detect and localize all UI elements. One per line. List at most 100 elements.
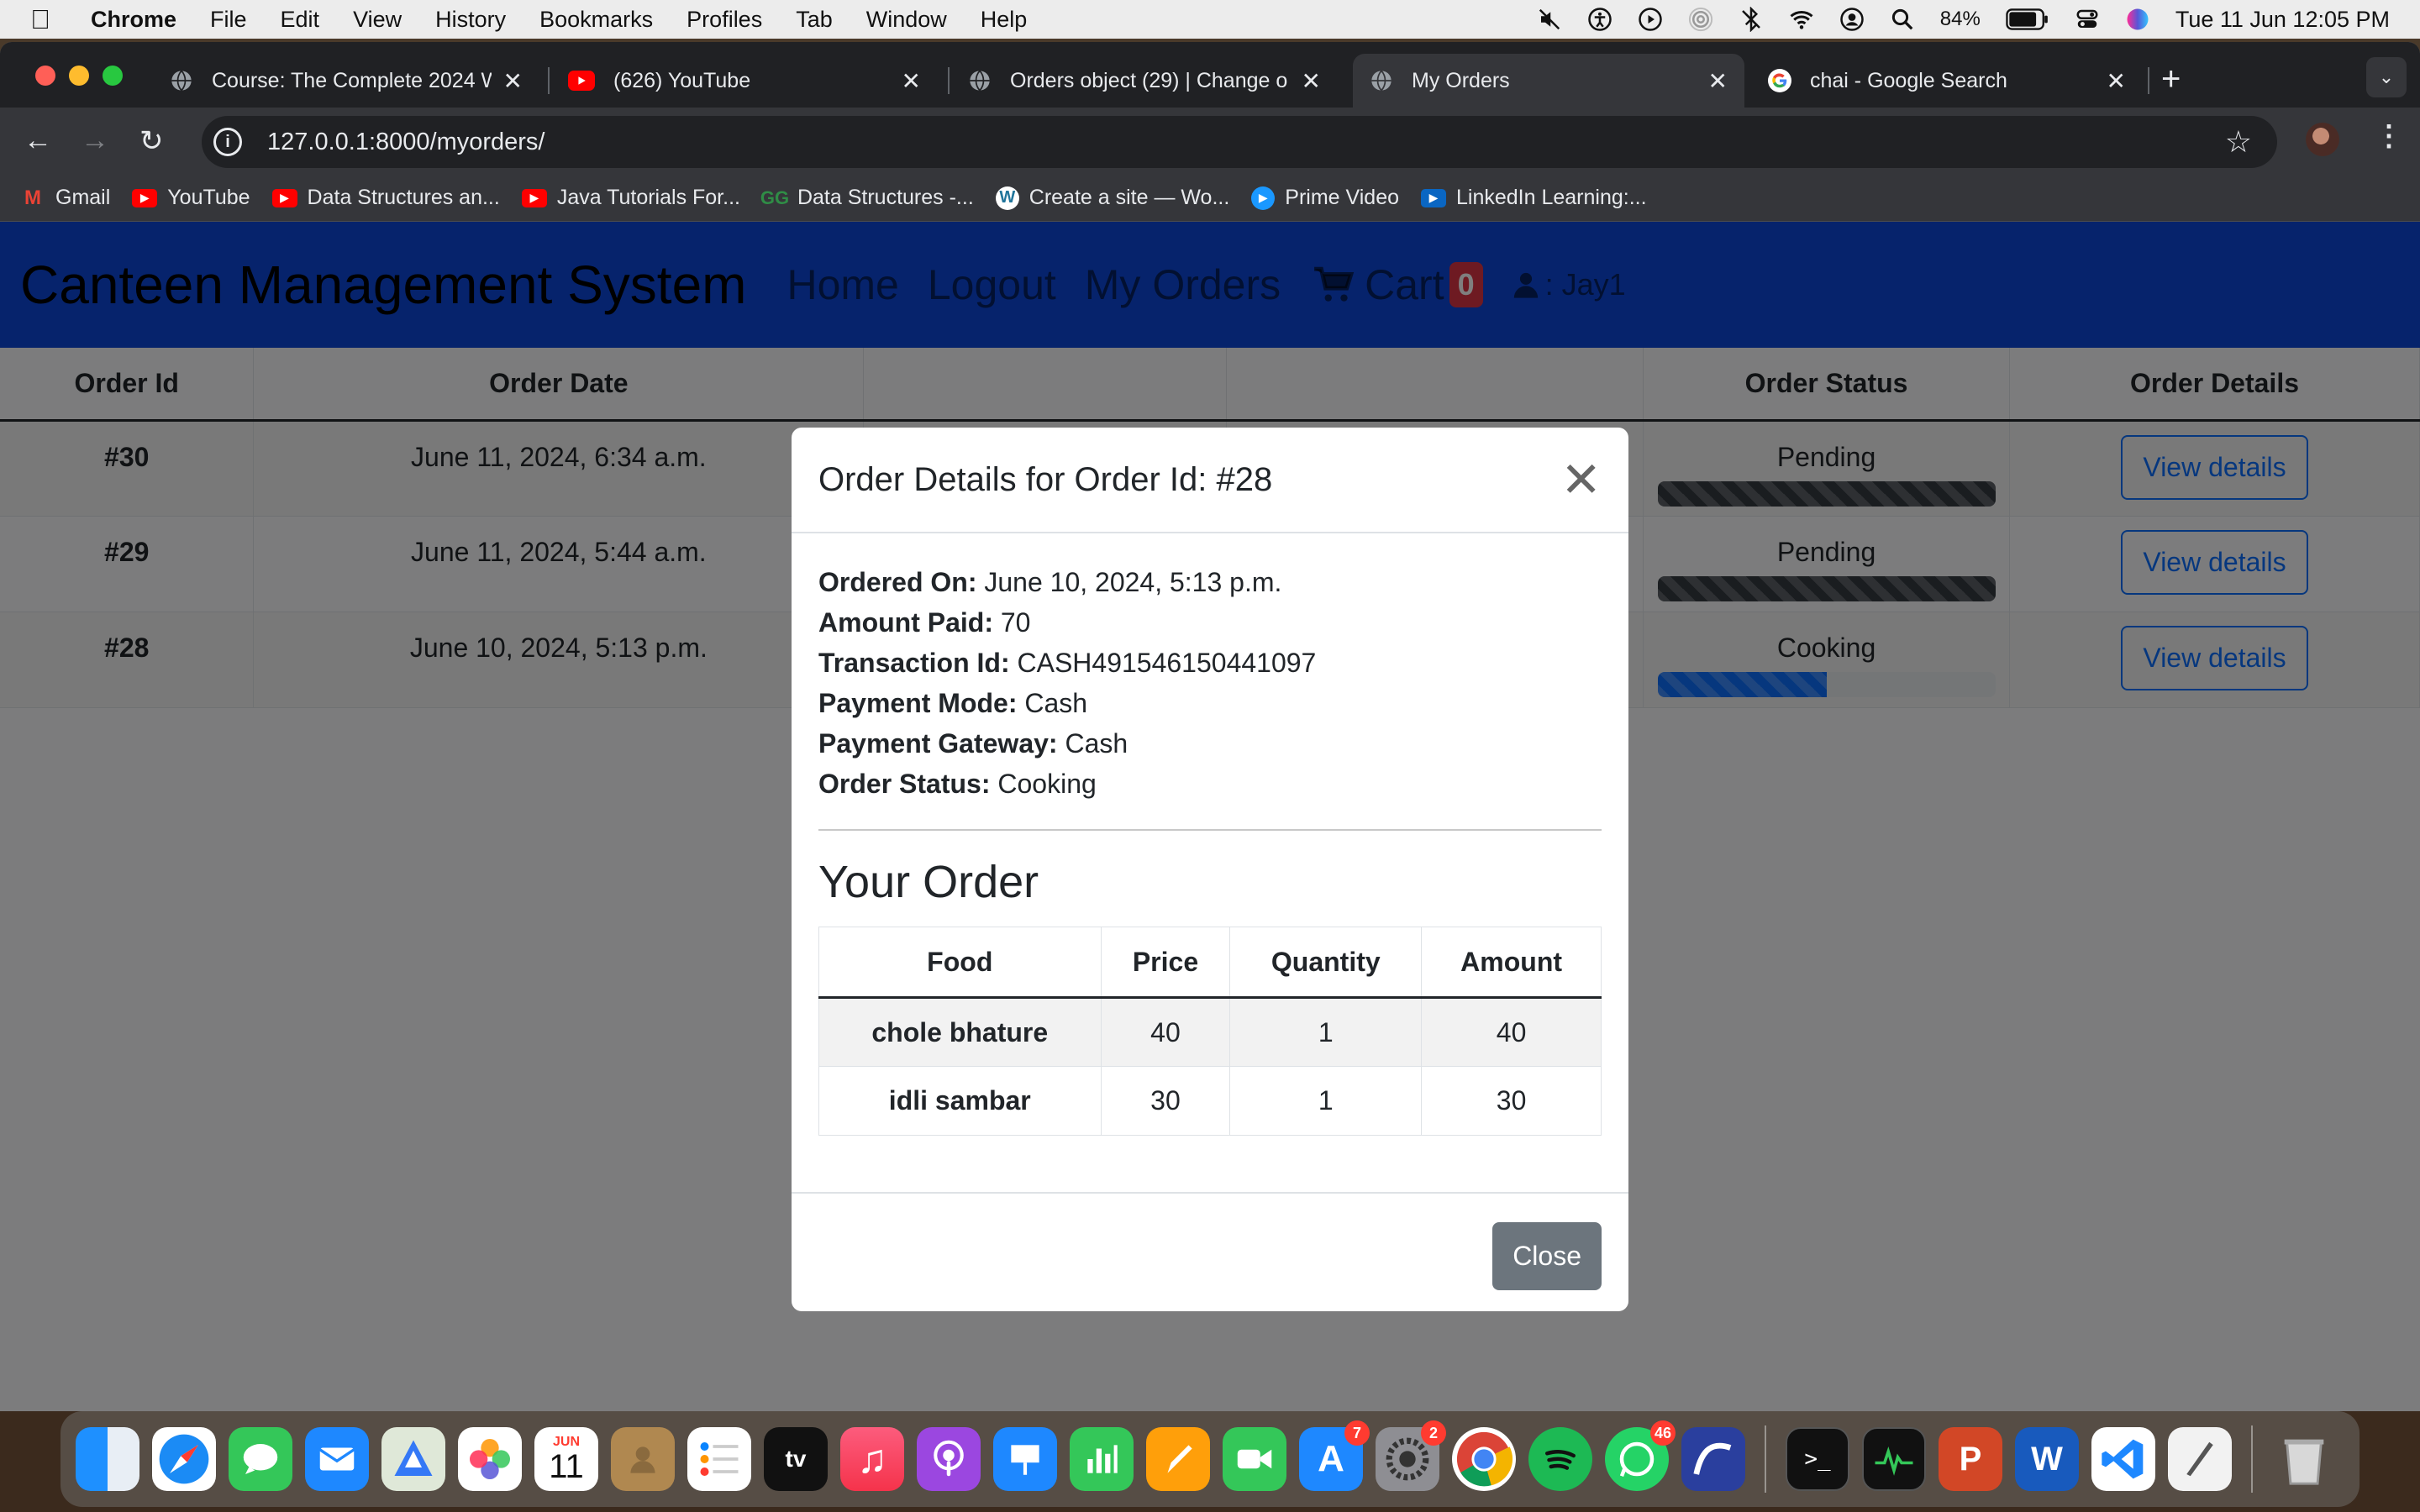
menu-history[interactable]: History bbox=[435, 7, 506, 33]
bookmarks-bar: M Gmail ▶ YouTube ▶ Data Structures an... ▶… bbox=[0, 175, 2420, 222]
menu-help[interactable]: Help bbox=[981, 7, 1028, 33]
back-arrow-icon[interactable]: ← bbox=[24, 124, 52, 157]
mail-icon[interactable] bbox=[305, 1427, 369, 1491]
play-icon[interactable] bbox=[1638, 7, 1663, 32]
safari-icon[interactable] bbox=[152, 1427, 216, 1491]
close-button[interactable]: Close bbox=[1492, 1222, 1602, 1290]
bookmark-wordpress[interactable]: W Create a site — Wo... bbox=[995, 186, 1229, 210]
address-bar[interactable]: i 127.0.0.1:8000/myorders/ ☆ bbox=[202, 116, 2277, 168]
keynote-icon[interactable] bbox=[993, 1427, 1057, 1491]
bookmark-star-icon[interactable]: ☆ bbox=[2225, 124, 2252, 160]
apple-tv-icon[interactable]: tv bbox=[764, 1427, 828, 1491]
vscode-icon[interactable] bbox=[2091, 1427, 2155, 1491]
podcasts-icon[interactable] bbox=[917, 1427, 981, 1491]
photos-icon[interactable] bbox=[458, 1427, 522, 1491]
bookmark-java-tutorials[interactable]: ▶ Java Tutorials For... bbox=[521, 186, 740, 210]
minimize-window-button[interactable] bbox=[69, 66, 89, 86]
system-settings-icon[interactable]: 2 bbox=[1376, 1420, 1446, 1491]
airdrop-icon[interactable] bbox=[1688, 7, 1713, 32]
mute-icon[interactable] bbox=[1537, 7, 1562, 32]
activity-monitor-icon[interactable] bbox=[1862, 1427, 1926, 1491]
tab-my-orders[interactable]: My Orders ✕ bbox=[1353, 54, 1744, 108]
dock-separator bbox=[1765, 1425, 1766, 1493]
facetime-icon[interactable] bbox=[1223, 1427, 1286, 1491]
numbers-icon[interactable] bbox=[1070, 1427, 1134, 1491]
bookmark-data-structures-yt[interactable]: ▶ Data Structures an... bbox=[271, 186, 500, 210]
music-icon[interactable]: ♫ bbox=[840, 1427, 904, 1491]
bluetooth-off-icon[interactable] bbox=[1739, 7, 1764, 32]
tab-course[interactable]: Course: The Complete 2024 W ✕ bbox=[153, 54, 539, 108]
word-icon[interactable]: W bbox=[2015, 1427, 2079, 1491]
tab-close-icon[interactable]: ✕ bbox=[1708, 67, 1728, 95]
whatsapp-badge: 46 bbox=[1650, 1420, 1676, 1446]
tab-orders-admin[interactable]: Orders object (29) | Change o ✕ bbox=[951, 54, 1338, 108]
tab-search-chevron-icon[interactable]: ⌄ bbox=[2366, 57, 2407, 97]
user-account-icon[interactable] bbox=[1839, 7, 1865, 32]
forward-arrow-icon[interactable]: → bbox=[81, 124, 109, 157]
tab-close-icon[interactable]: ✕ bbox=[2107, 67, 2126, 95]
address-bar-url[interactable]: 127.0.0.1:8000/myorders/ bbox=[267, 129, 544, 156]
youtube-icon: ▶ bbox=[271, 188, 297, 207]
youtube-icon bbox=[568, 71, 595, 91]
app-store-icon[interactable]: A7 bbox=[1299, 1420, 1370, 1491]
tab-title: My Orders bbox=[1412, 68, 1510, 92]
menu-window[interactable]: Window bbox=[866, 7, 947, 33]
chrome-menu-icon[interactable]: ⋮ bbox=[2375, 119, 2403, 153]
bookmark-gmail[interactable]: M Gmail bbox=[20, 186, 110, 210]
apple-menu-icon[interactable]:  bbox=[30, 4, 64, 35]
reload-icon[interactable]: ↻ bbox=[139, 124, 164, 158]
new-tab-plus-icon[interactable]: + bbox=[2161, 60, 2181, 98]
control-center-icon[interactable] bbox=[2075, 7, 2100, 32]
menu-clock[interactable]: Tue 11 Jun 12:05 PM bbox=[2175, 7, 2390, 33]
calendar-icon[interactable]: JUN 11 bbox=[534, 1427, 598, 1491]
close-window-button[interactable] bbox=[35, 66, 55, 86]
tab-close-icon[interactable]: ✕ bbox=[503, 67, 523, 95]
detail-ordered-on: Ordered On: June 10, 2024, 5:13 p.m. bbox=[818, 567, 1282, 597]
tab-google-search[interactable]: chai - Google Search ✕ bbox=[1751, 54, 2143, 108]
menu-tab[interactable]: Tab bbox=[796, 7, 833, 33]
script-editor-icon[interactable] bbox=[2168, 1427, 2232, 1491]
accessibility-icon[interactable] bbox=[1587, 7, 1612, 32]
reminders-icon[interactable] bbox=[687, 1427, 751, 1491]
menu-file[interactable]: File bbox=[210, 7, 247, 33]
tab-youtube[interactable]: (626) YouTube ✕ bbox=[551, 54, 938, 108]
menu-bookmarks[interactable]: Bookmarks bbox=[539, 7, 653, 33]
spotify-icon[interactable] bbox=[1528, 1427, 1592, 1491]
bookmark-linkedin-learning[interactable]: ▶ LinkedIn Learning:... bbox=[1421, 186, 1647, 210]
site-info-icon[interactable]: i bbox=[213, 128, 242, 156]
close-icon[interactable]: ✕ bbox=[1560, 451, 1602, 508]
terminal-icon[interactable]: >_ bbox=[1786, 1427, 1849, 1491]
arc-icon[interactable] bbox=[1681, 1427, 1745, 1491]
whatsapp-icon[interactable]: 46 bbox=[1605, 1420, 1676, 1491]
settings-badge: 2 bbox=[1421, 1420, 1446, 1446]
spotlight-search-icon[interactable] bbox=[1890, 7, 1915, 32]
bookmark-prime-video[interactable]: ▶ Prime Video bbox=[1251, 186, 1399, 210]
tab-close-icon[interactable]: ✕ bbox=[1302, 67, 1321, 95]
menu-app-name[interactable]: Chrome bbox=[91, 7, 176, 33]
chrome-icon[interactable] bbox=[1452, 1427, 1516, 1491]
contacts-icon[interactable] bbox=[611, 1427, 675, 1491]
trash-icon[interactable] bbox=[2272, 1427, 2336, 1491]
menu-view[interactable]: View bbox=[353, 7, 402, 33]
tab-close-icon[interactable]: ✕ bbox=[902, 67, 921, 95]
maximize-window-button[interactable] bbox=[103, 66, 123, 86]
siri-icon[interactable] bbox=[2125, 7, 2150, 32]
wifi-icon[interactable] bbox=[1789, 7, 1814, 32]
dock-separator bbox=[2251, 1425, 2253, 1493]
menu-profiles[interactable]: Profiles bbox=[687, 7, 762, 33]
youtube-icon: ▶ bbox=[132, 188, 158, 207]
messages-icon[interactable] bbox=[229, 1427, 292, 1491]
item-food: chole bhature bbox=[818, 997, 1102, 1067]
maps-icon[interactable] bbox=[381, 1427, 445, 1491]
profile-avatar[interactable] bbox=[2306, 123, 2339, 156]
tab-separator bbox=[948, 67, 950, 94]
pages-icon[interactable] bbox=[1146, 1427, 1210, 1491]
bookmark-youtube[interactable]: ▶ YouTube bbox=[132, 186, 250, 210]
finder-icon[interactable] bbox=[76, 1427, 139, 1491]
bookmark-geeksforgeeks[interactable]: GG Data Structures -... bbox=[760, 186, 974, 210]
powerpoint-icon[interactable]: P bbox=[1939, 1427, 2002, 1491]
order-items-table: Food Price Quantity Amount chole bhature… bbox=[818, 927, 1602, 1136]
battery-icon[interactable] bbox=[2006, 7, 2049, 32]
menu-edit[interactable]: Edit bbox=[281, 7, 320, 33]
browser-toolbar: ← → ↻ i 127.0.0.1:8000/myorders/ ☆ bbox=[0, 108, 2420, 175]
